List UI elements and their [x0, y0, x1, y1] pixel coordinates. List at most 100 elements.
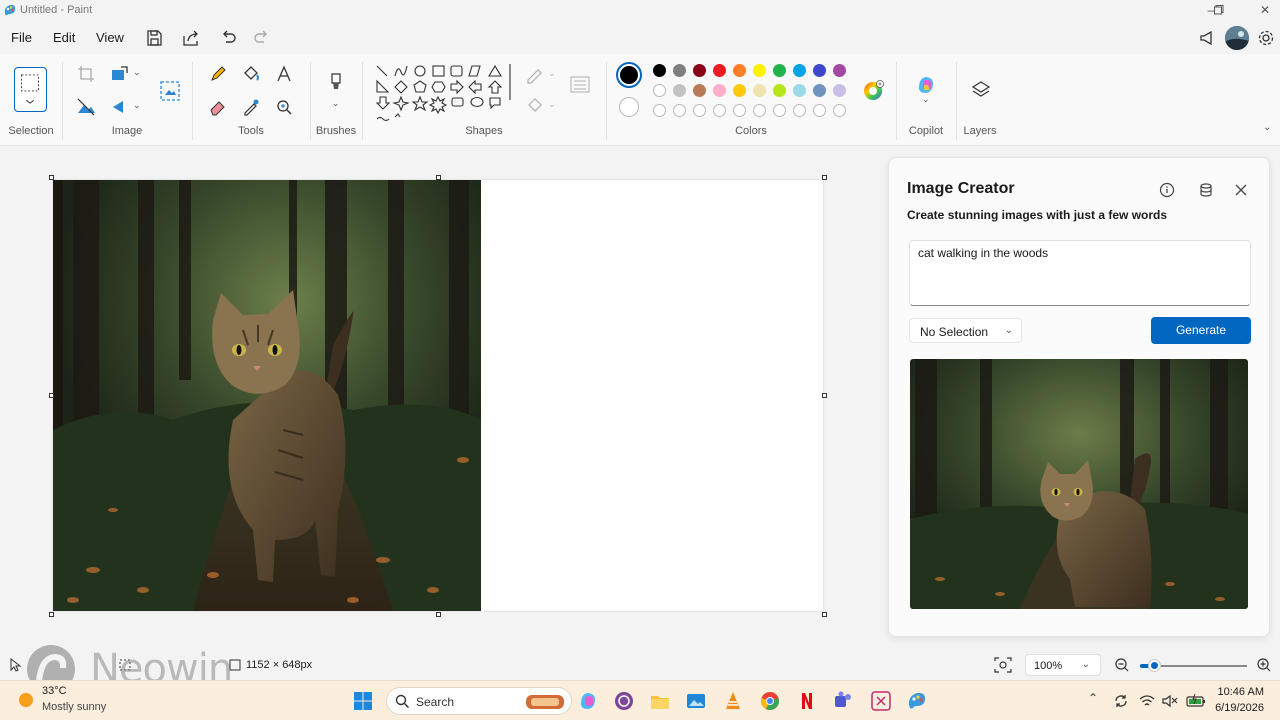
selection-tool-button[interactable]: [14, 67, 47, 112]
resize-handle[interactable]: [49, 393, 54, 398]
chevron-down-icon[interactable]: ⌄: [133, 67, 141, 78]
show-hidden-icons-button[interactable]: ⌃: [1088, 691, 1098, 705]
color-swatch[interactable]: [733, 64, 746, 77]
share-button[interactable]: [179, 26, 203, 50]
pasted-cat-image[interactable]: [53, 180, 481, 611]
account-avatar[interactable]: [1225, 26, 1249, 50]
text-tool[interactable]: [273, 63, 295, 85]
outline-button[interactable]: [524, 64, 546, 86]
copilot-button[interactable]: [915, 74, 937, 96]
credits-button[interactable]: [1198, 182, 1214, 198]
resize-handle[interactable]: [49, 175, 54, 180]
custom-color-slot[interactable]: [713, 104, 726, 117]
primary-color-button[interactable]: [616, 62, 642, 88]
resize-button[interactable]: [109, 63, 131, 85]
custom-color-slot[interactable]: [793, 104, 806, 117]
fit-to-window-button[interactable]: [992, 655, 1014, 675]
paint-taskbar-icon[interactable]: [906, 690, 928, 712]
color-swatch[interactable]: [713, 84, 726, 97]
color-swatch[interactable]: [693, 64, 706, 77]
color-swatch[interactable]: [653, 84, 666, 97]
color-swatch[interactable]: [773, 64, 786, 77]
zoom-slider-thumb[interactable]: [1149, 660, 1160, 671]
color-swatch[interactable]: [813, 84, 826, 97]
resize-handle[interactable]: [822, 612, 827, 617]
rotate-button[interactable]: [109, 96, 131, 118]
fill-tool[interactable]: [240, 63, 262, 85]
eraser-tool[interactable]: [207, 96, 229, 118]
drawing-canvas[interactable]: [53, 180, 823, 611]
resize-handle[interactable]: [49, 612, 54, 617]
resize-handle[interactable]: [822, 393, 827, 398]
start-button[interactable]: [352, 690, 374, 712]
taskbar-date[interactable]: 6/19/2026: [1206, 702, 1264, 714]
settings-button[interactable]: [1254, 26, 1278, 50]
color-swatch[interactable]: [833, 64, 846, 77]
custom-color-slot[interactable]: [653, 104, 666, 117]
restore-button[interactable]: [1205, 2, 1233, 18]
custom-color-slot[interactable]: [673, 104, 686, 117]
menu-file[interactable]: File: [11, 30, 32, 45]
generated-result-image[interactable]: [910, 359, 1248, 609]
color-swatch[interactable]: [693, 84, 706, 97]
undo-button[interactable]: [216, 26, 240, 50]
custom-color-slot[interactable]: [753, 104, 766, 117]
resize-handle[interactable]: [436, 175, 441, 180]
custom-color-slot[interactable]: [833, 104, 846, 117]
browser-taskbar-icon[interactable]: [613, 690, 635, 712]
close-window-button[interactable]: ✕: [1250, 2, 1280, 18]
battery-icon[interactable]: [1185, 692, 1207, 710]
color-swatch[interactable]: [653, 64, 666, 77]
edit-colors-button[interactable]: [862, 80, 884, 102]
menu-edit[interactable]: Edit: [53, 30, 75, 45]
copilot-taskbar-icon[interactable]: [577, 690, 599, 712]
color-swatch[interactable]: [813, 64, 826, 77]
wifi-icon[interactable]: [1138, 692, 1156, 710]
taskbar-time[interactable]: 10:46 AM: [1206, 686, 1264, 698]
prompt-input[interactable]: cat walking in the woods: [909, 240, 1251, 306]
pencil-tool[interactable]: [207, 63, 229, 85]
color-swatch[interactable]: [713, 64, 726, 77]
save-button[interactable]: [142, 26, 166, 50]
zoom-in-button[interactable]: [1256, 657, 1272, 673]
chevron-down-icon[interactable]: ⌄: [548, 99, 556, 110]
color-swatch[interactable]: [773, 84, 786, 97]
chrome-taskbar-icon[interactable]: [759, 690, 781, 712]
feedback-button[interactable]: [1196, 26, 1220, 50]
taskbar-search[interactable]: Search: [386, 687, 572, 715]
magnifier-tool[interactable]: [273, 96, 295, 118]
zoom-out-button[interactable]: [1114, 657, 1130, 673]
teams-taskbar-icon[interactable]: [832, 690, 854, 712]
weather-widget[interactable]: [16, 690, 36, 710]
redo-button[interactable]: [250, 26, 274, 50]
chevron-down-icon[interactable]: ⌄: [548, 68, 556, 79]
shapes-gallery[interactable]: [373, 62, 513, 128]
color-swatch[interactable]: [673, 64, 686, 77]
resize-handle[interactable]: [436, 612, 441, 617]
generate-button[interactable]: Generate: [1151, 317, 1251, 344]
color-swatch[interactable]: [793, 84, 806, 97]
chevron-down-icon[interactable]: ⌄: [922, 94, 930, 105]
expand-ribbon-icon[interactable]: ⌄: [1263, 122, 1271, 133]
custom-color-slot[interactable]: [773, 104, 786, 117]
color-swatch[interactable]: [733, 84, 746, 97]
info-button[interactable]: [1159, 182, 1175, 198]
crop-button[interactable]: [75, 63, 97, 85]
custom-color-slot[interactable]: [693, 104, 706, 117]
netflix-taskbar-icon[interactable]: [796, 690, 818, 712]
style-dropdown[interactable]: No Selection ⌄: [909, 318, 1022, 343]
color-swatch[interactable]: [673, 84, 686, 97]
menu-view[interactable]: View: [96, 30, 124, 45]
remove-background-button[interactable]: [75, 96, 97, 118]
volume-icon[interactable]: [1161, 692, 1179, 710]
custom-color-slot[interactable]: [733, 104, 746, 117]
chevron-down-icon[interactable]: ⌄: [332, 98, 340, 109]
secondary-color-button[interactable]: [619, 97, 639, 117]
brushes-button[interactable]: [325, 71, 347, 93]
chevron-down-icon[interactable]: ⌄: [133, 100, 141, 111]
shape-size-button[interactable]: [569, 74, 591, 96]
zoom-dropdown[interactable]: 100% ⌄: [1025, 654, 1101, 676]
file-explorer-taskbar-icon[interactable]: [649, 690, 671, 712]
vlc-taskbar-icon[interactable]: [722, 690, 744, 712]
color-swatch[interactable]: [833, 84, 846, 97]
